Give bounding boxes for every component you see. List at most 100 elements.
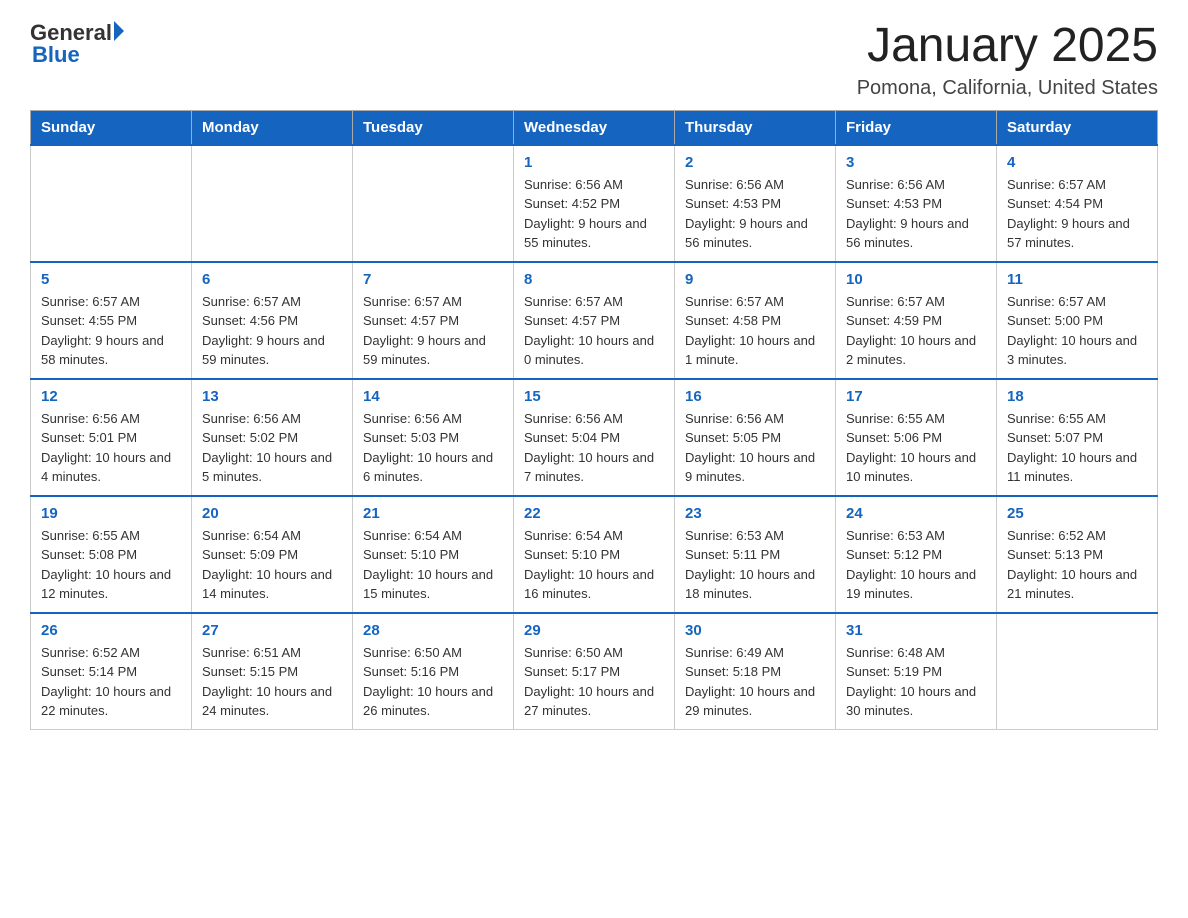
day-number: 5 bbox=[41, 271, 181, 288]
day-number: 19 bbox=[41, 505, 181, 522]
day-number: 20 bbox=[202, 505, 342, 522]
week-row-3: 12Sunrise: 6:56 AMSunset: 5:01 PMDayligh… bbox=[31, 379, 1158, 496]
day-info: Sunrise: 6:53 AMSunset: 5:11 PMDaylight:… bbox=[685, 526, 825, 604]
day-number: 22 bbox=[524, 505, 664, 522]
day-cell: 12Sunrise: 6:56 AMSunset: 5:01 PMDayligh… bbox=[31, 379, 192, 496]
day-cell bbox=[192, 145, 353, 262]
calendar-header-monday: Monday bbox=[192, 110, 353, 145]
day-cell: 26 Sunrise: 6:52 AMSunset: 5:14 PMDayligh… bbox=[31, 613, 192, 730]
day-info: Sunrise: 6:57 AMSunset: 4:56 PMDaylight:… bbox=[202, 292, 342, 370]
day-number: 24 bbox=[846, 505, 986, 522]
logo-arrow-icon bbox=[114, 21, 124, 41]
day-cell: 27Sunrise: 6:51 AMSunset: 5:15 PMDayligh… bbox=[192, 613, 353, 730]
day-number: 2 bbox=[685, 154, 825, 171]
day-cell: 28Sunrise: 6:50 AMSunset: 5:16 PMDayligh… bbox=[353, 613, 514, 730]
day-info: Sunrise: 6:56 AMSunset: 5:01 PMDaylight:… bbox=[41, 409, 181, 487]
day-cell: 31Sunrise: 6:48 AMSunset: 5:19 PMDayligh… bbox=[836, 613, 997, 730]
day-number: 8 bbox=[524, 271, 664, 288]
calendar-header-tuesday: Tuesday bbox=[353, 110, 514, 145]
day-number: 9 bbox=[685, 271, 825, 288]
day-number: 1 bbox=[524, 154, 664, 171]
day-cell: 15Sunrise: 6:56 AMSunset: 5:04 PMDayligh… bbox=[514, 379, 675, 496]
day-number: 10 bbox=[846, 271, 986, 288]
day-cell: 9 Sunrise: 6:57 AMSunset: 4:58 PMDaylight… bbox=[675, 262, 836, 379]
day-cell: 24 Sunrise: 6:53 AMSunset: 5:12 PMDayligh… bbox=[836, 496, 997, 613]
day-cell: 18 Sunrise: 6:55 AMSunset: 5:07 PMDayligh… bbox=[997, 379, 1158, 496]
day-cell: 19 Sunrise: 6:55 AMSunset: 5:08 PMDayligh… bbox=[31, 496, 192, 613]
day-cell: 20 Sunrise: 6:54 AMSunset: 5:09 PMDayligh… bbox=[192, 496, 353, 613]
day-number: 15 bbox=[524, 388, 664, 405]
day-info: Sunrise: 6:57 AMSunset: 4:57 PMDaylight:… bbox=[363, 292, 503, 370]
day-cell: 29 Sunrise: 6:50 AMSunset: 5:17 PMDayligh… bbox=[514, 613, 675, 730]
month-title: January 2025 bbox=[857, 20, 1158, 73]
day-info: Sunrise: 6:54 AMSunset: 5:09 PMDaylight:… bbox=[202, 526, 342, 604]
logo-blue: Blue bbox=[32, 42, 124, 68]
day-info: Sunrise: 6:56 AMSunset: 5:05 PMDaylight:… bbox=[685, 409, 825, 487]
day-info: Sunrise: 6:56 AMSunset: 4:52 PMDaylight:… bbox=[524, 175, 664, 253]
day-number: 21 bbox=[363, 505, 503, 522]
day-cell: 16 Sunrise: 6:56 AMSunset: 5:05 PMDayligh… bbox=[675, 379, 836, 496]
day-info: Sunrise: 6:52 AMSunset: 5:14 PMDaylight:… bbox=[41, 643, 181, 721]
day-info: Sunrise: 6:55 AMSunset: 5:08 PMDaylight:… bbox=[41, 526, 181, 604]
calendar-header-wednesday: Wednesday bbox=[514, 110, 675, 145]
day-cell: 22 Sunrise: 6:54 AMSunset: 5:10 PMDayligh… bbox=[514, 496, 675, 613]
day-info: Sunrise: 6:54 AMSunset: 5:10 PMDaylight:… bbox=[363, 526, 503, 604]
day-cell: 1 Sunrise: 6:56 AMSunset: 4:52 PMDaylight… bbox=[514, 145, 675, 262]
day-info: Sunrise: 6:57 AMSunset: 4:59 PMDaylight:… bbox=[846, 292, 986, 370]
day-number: 28 bbox=[363, 622, 503, 639]
day-info: Sunrise: 6:55 AMSunset: 5:06 PMDaylight:… bbox=[846, 409, 986, 487]
day-cell: 8 Sunrise: 6:57 AMSunset: 4:57 PMDaylight… bbox=[514, 262, 675, 379]
day-cell: 6 Sunrise: 6:57 AMSunset: 4:56 PMDaylight… bbox=[192, 262, 353, 379]
day-info: Sunrise: 6:56 AMSunset: 4:53 PMDaylight:… bbox=[846, 175, 986, 253]
calendar-header-sunday: Sunday bbox=[31, 110, 192, 145]
day-number: 14 bbox=[363, 388, 503, 405]
day-cell: 7 Sunrise: 6:57 AMSunset: 4:57 PMDaylight… bbox=[353, 262, 514, 379]
day-info: Sunrise: 6:49 AMSunset: 5:18 PMDaylight:… bbox=[685, 643, 825, 721]
page-header: General Blue January 2025 Pomona, Califo… bbox=[30, 20, 1158, 100]
location: Pomona, California, United States bbox=[857, 77, 1158, 100]
day-info: Sunrise: 6:50 AMSunset: 5:17 PMDaylight:… bbox=[524, 643, 664, 721]
day-number: 29 bbox=[524, 622, 664, 639]
day-number: 30 bbox=[685, 622, 825, 639]
day-cell: 5Sunrise: 6:57 AMSunset: 4:55 PMDaylight… bbox=[31, 262, 192, 379]
day-number: 16 bbox=[685, 388, 825, 405]
day-cell: 25Sunrise: 6:52 AMSunset: 5:13 PMDayligh… bbox=[997, 496, 1158, 613]
day-cell: 10 Sunrise: 6:57 AMSunset: 4:59 PMDayligh… bbox=[836, 262, 997, 379]
day-number: 6 bbox=[202, 271, 342, 288]
day-cell: 13Sunrise: 6:56 AMSunset: 5:02 PMDayligh… bbox=[192, 379, 353, 496]
day-info: Sunrise: 6:54 AMSunset: 5:10 PMDaylight:… bbox=[524, 526, 664, 604]
day-cell: 23 Sunrise: 6:53 AMSunset: 5:11 PMDayligh… bbox=[675, 496, 836, 613]
day-number: 11 bbox=[1007, 271, 1147, 288]
day-info: Sunrise: 6:56 AMSunset: 4:53 PMDaylight:… bbox=[685, 175, 825, 253]
day-number: 25 bbox=[1007, 505, 1147, 522]
week-row-5: 26 Sunrise: 6:52 AMSunset: 5:14 PMDayligh… bbox=[31, 613, 1158, 730]
day-number: 7 bbox=[363, 271, 503, 288]
day-info: Sunrise: 6:57 AMSunset: 5:00 PMDaylight:… bbox=[1007, 292, 1147, 370]
day-number: 31 bbox=[846, 622, 986, 639]
calendar-header-thursday: Thursday bbox=[675, 110, 836, 145]
calendar-header-saturday: Saturday bbox=[997, 110, 1158, 145]
day-info: Sunrise: 6:56 AMSunset: 5:03 PMDaylight:… bbox=[363, 409, 503, 487]
week-row-2: 5Sunrise: 6:57 AMSunset: 4:55 PMDaylight… bbox=[31, 262, 1158, 379]
day-cell: 4Sunrise: 6:57 AMSunset: 4:54 PMDaylight… bbox=[997, 145, 1158, 262]
day-info: Sunrise: 6:53 AMSunset: 5:12 PMDaylight:… bbox=[846, 526, 986, 604]
day-number: 13 bbox=[202, 388, 342, 405]
day-info: Sunrise: 6:57 AMSunset: 4:58 PMDaylight:… bbox=[685, 292, 825, 370]
day-cell: 30 Sunrise: 6:49 AMSunset: 5:18 PMDayligh… bbox=[675, 613, 836, 730]
day-number: 26 bbox=[41, 622, 181, 639]
day-info: Sunrise: 6:55 AMSunset: 5:07 PMDaylight:… bbox=[1007, 409, 1147, 487]
day-number: 18 bbox=[1007, 388, 1147, 405]
day-number: 17 bbox=[846, 388, 986, 405]
day-info: Sunrise: 6:57 AMSunset: 4:57 PMDaylight:… bbox=[524, 292, 664, 370]
calendar-header-row: SundayMondayTuesdayWednesdayThursdayFrid… bbox=[31, 110, 1158, 145]
day-cell bbox=[31, 145, 192, 262]
week-row-4: 19 Sunrise: 6:55 AMSunset: 5:08 PMDayligh… bbox=[31, 496, 1158, 613]
calendar-table: SundayMondayTuesdayWednesdayThursdayFrid… bbox=[30, 110, 1158, 730]
day-number: 23 bbox=[685, 505, 825, 522]
logo: General Blue bbox=[30, 20, 124, 68]
day-number: 3 bbox=[846, 154, 986, 171]
day-number: 4 bbox=[1007, 154, 1147, 171]
day-cell: 21 Sunrise: 6:54 AMSunset: 5:10 PMDayligh… bbox=[353, 496, 514, 613]
day-cell: 2 Sunrise: 6:56 AMSunset: 4:53 PMDaylight… bbox=[675, 145, 836, 262]
day-cell: 11 Sunrise: 6:57 AMSunset: 5:00 PMDayligh… bbox=[997, 262, 1158, 379]
